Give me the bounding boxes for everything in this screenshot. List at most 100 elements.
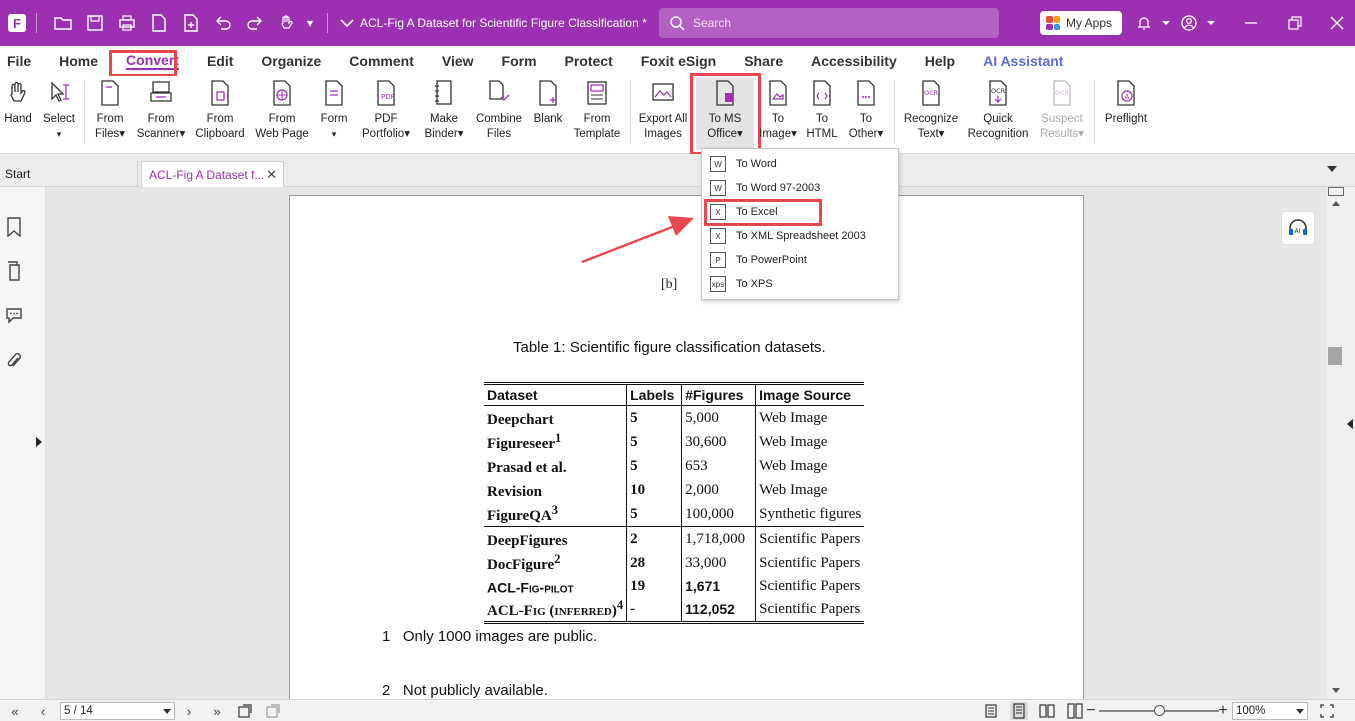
chevron-down-icon[interactable]: ▾ (303, 7, 317, 39)
zoom-level-select[interactable]: 100% (1232, 702, 1308, 720)
scrollbar-thumb[interactable] (1328, 347, 1342, 365)
combine-files-label-2: Files (486, 128, 512, 140)
search-input[interactable]: Search (659, 8, 999, 38)
form-button[interactable]: Form ▾ (316, 78, 352, 148)
rotate-view-icon[interactable] (236, 702, 254, 720)
combine-files-button[interactable]: Combine Files (472, 78, 526, 148)
menu-edit[interactable]: Edit (193, 46, 247, 76)
menu-item-to-xps[interactable]: xps To XPS (706, 273, 896, 295)
menu-item-to-powerpoint[interactable]: P To PowerPoint (706, 249, 896, 271)
table-header-row: Dataset Labels #Figures Image Source (484, 383, 865, 406)
blank-button[interactable]: Blank (530, 78, 566, 148)
suspect-results-button[interactable]: OCR Suspect Results▾ (1036, 78, 1088, 148)
collapse-right-panel-icon[interactable] (1347, 419, 1353, 429)
my-apps-button[interactable]: My Apps (1040, 11, 1122, 35)
make-binder-button[interactable]: Make Binder▾ (420, 78, 468, 148)
from-web-page-button[interactable]: From Web Page (252, 78, 312, 148)
vertical-scrollbar[interactable] (1327, 187, 1355, 699)
make-binder-label-2: Binder▾ (424, 128, 464, 140)
menu-item-label: To XPS (736, 278, 773, 290)
hand-button[interactable]: Hand (2, 78, 34, 148)
attachment-icon[interactable] (4, 349, 24, 373)
scroll-top-icon[interactable] (1328, 187, 1344, 196)
zoom-out-icon[interactable]: − (1082, 702, 1100, 720)
undo-icon[interactable] (207, 7, 239, 39)
pages-icon[interactable] (4, 259, 24, 283)
menu-file[interactable]: File (0, 46, 45, 76)
export-all-images-button[interactable]: Export All Images (634, 78, 692, 148)
first-page-icon[interactable]: « (6, 702, 24, 720)
tab-start[interactable]: Start (0, 161, 138, 187)
restore-icon[interactable] (1282, 10, 1308, 36)
select-button[interactable]: Select ▾ (42, 78, 76, 148)
chevron-down-icon[interactable] (338, 7, 356, 39)
preflight-button[interactable]: A Preflight (1100, 78, 1152, 148)
bookmark-icon[interactable] (4, 215, 24, 239)
menu-view[interactable]: View (428, 46, 488, 76)
scroll-up-icon[interactable] (1332, 201, 1340, 206)
previous-page-icon[interactable]: ‹ (34, 702, 52, 720)
chevron-down-icon[interactable] (1296, 709, 1304, 714)
last-page-icon[interactable]: » (208, 702, 226, 720)
to-html-label-2: HTML (806, 128, 838, 140)
page-number-input[interactable]: 5 / 14 (60, 702, 175, 720)
from-scanner-button[interactable]: From Scanner▾ (134, 78, 188, 148)
menu-help[interactable]: Help (911, 46, 969, 76)
comments-icon[interactable] (4, 303, 24, 327)
recognize-text-button[interactable]: OCR Recognize Text▾ (900, 78, 962, 148)
save-icon[interactable] (79, 7, 111, 39)
redo-icon[interactable] (239, 7, 271, 39)
chevron-down-icon[interactable] (1198, 10, 1224, 36)
ai-assistant-icon[interactable]: AI (1281, 211, 1315, 245)
table-row: Figureseer1 5 30,600 Web Image (484, 430, 864, 454)
from-files-button[interactable]: From Files▾ (90, 78, 130, 148)
view-mode-icon[interactable] (264, 702, 282, 720)
from-template-button[interactable]: From Template (570, 78, 624, 148)
menu-ai-assistant[interactable]: AI Assistant (969, 46, 1077, 76)
continuous-view-icon[interactable] (1010, 702, 1028, 720)
make-binder-label: Make (429, 113, 459, 125)
menu-home[interactable]: Home (45, 46, 112, 76)
menu-item-to-word[interactable]: W To Word (706, 153, 896, 175)
menu-item-label: To Word (736, 158, 777, 170)
zoom-in-icon[interactable]: + (1214, 702, 1232, 720)
quick-recognition-button[interactable]: OCR Quick Recognition (964, 78, 1032, 148)
next-page-icon[interactable]: › (180, 702, 198, 720)
to-html-button[interactable]: To HTML (804, 78, 840, 148)
table-row: Deepchart 5 5,000 Web Image (484, 405, 864, 430)
menu-item-to-word-97-2003[interactable]: W To Word 97-2003 (706, 177, 896, 199)
pdf-page: [b] Table 1: Scientific figure classific… (289, 195, 1084, 699)
menu-share[interactable]: Share (730, 46, 797, 76)
table-cell-dataset: Deepchart (484, 405, 628, 430)
hand-tool-icon[interactable] (271, 7, 303, 39)
expand-panel-icon[interactable] (36, 437, 42, 447)
zoom-slider-handle[interactable] (1154, 705, 1165, 716)
menu-foxit-esign[interactable]: Foxit eSign (627, 46, 730, 76)
chevron-down-icon[interactable] (163, 709, 171, 714)
menu-form[interactable]: Form (488, 46, 551, 76)
from-clipboard-button[interactable]: From Clipboard (192, 78, 248, 148)
divider (327, 13, 328, 33)
single-page-view-icon[interactable] (982, 702, 1000, 720)
to-image-button[interactable]: To Image▾ (759, 78, 797, 148)
fit-page-icon[interactable] (1318, 702, 1336, 720)
table-cell-figures: 5,000 (681, 405, 757, 430)
minimize-icon[interactable] (1238, 10, 1264, 36)
menu-item-to-xml-spreadsheet[interactable]: X To XML Spreadsheet 2003 (706, 225, 896, 247)
print-icon[interactable] (111, 7, 143, 39)
close-icon[interactable] (1324, 10, 1350, 36)
scroll-down-icon[interactable] (1332, 688, 1340, 693)
tab-document[interactable]: ACL-Fig A Dataset f... ✕ (141, 161, 284, 187)
tabs-dropdown-icon[interactable] (1327, 166, 1337, 172)
menu-accessibility[interactable]: Accessibility (797, 46, 911, 76)
menu-organize[interactable]: Organize (247, 46, 335, 76)
pdf-portfolio-button[interactable]: PDF PDF Portfolio▾ (358, 78, 414, 148)
open-folder-icon[interactable] (47, 7, 79, 39)
close-tab-icon[interactable]: ✕ (266, 167, 277, 183)
document-properties-icon[interactable] (143, 7, 175, 39)
menu-comment[interactable]: Comment (335, 46, 428, 76)
to-other-button[interactable]: To Other▾ (846, 78, 886, 148)
new-document-icon[interactable] (175, 7, 207, 39)
menu-protect[interactable]: Protect (551, 46, 627, 76)
facing-view-icon[interactable] (1038, 702, 1056, 720)
